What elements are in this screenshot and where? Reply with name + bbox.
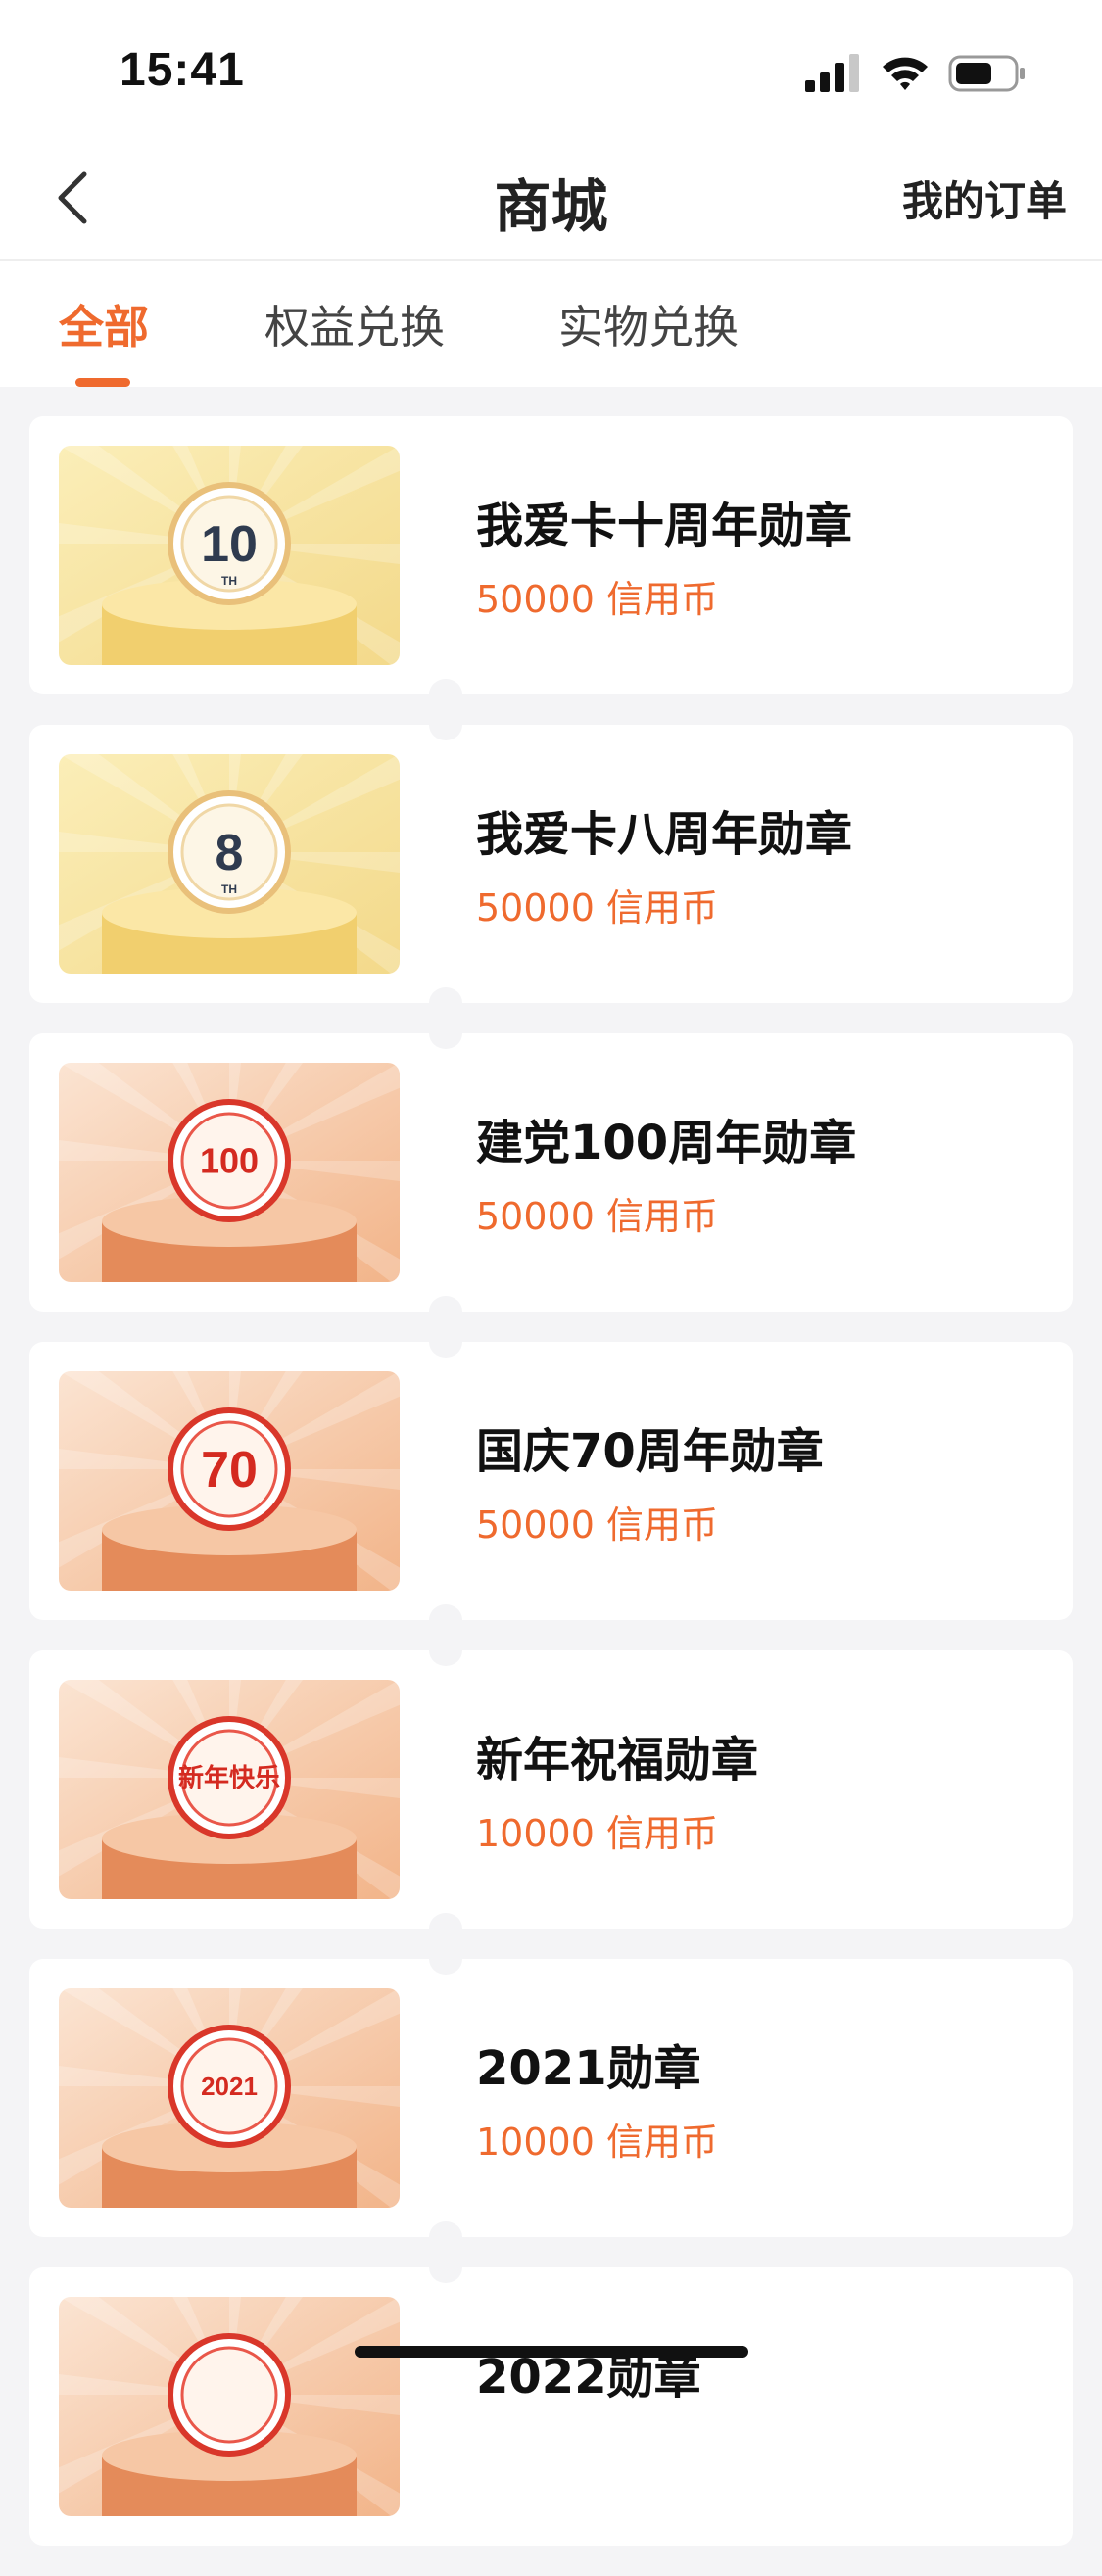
medal-image: 70 — [59, 1371, 400, 1591]
product-price: 10000 信用币 — [476, 2121, 718, 2164]
tab-all[interactable]: 全部 — [59, 292, 149, 357]
card-notch — [429, 1913, 462, 1944]
card-notch — [429, 709, 462, 740]
medal-image: 新年快乐 — [59, 1680, 400, 1899]
status-time: 15:41 — [120, 44, 245, 96]
svg-text:2021: 2021 — [201, 2072, 258, 2101]
svg-text:新年快乐: 新年快乐 — [178, 1763, 280, 1792]
product-card[interactable]: 70 国庆70周年勋章 50000 信用币 — [29, 1326, 1073, 1636]
card-notch — [429, 1018, 462, 1049]
svg-text:8: 8 — [216, 825, 244, 882]
product-price: 50000 信用币 — [476, 1503, 718, 1547]
card-notch — [429, 1635, 462, 1666]
wifi-icon — [883, 57, 928, 90]
home-indicator[interactable] — [355, 2346, 748, 2358]
product-card[interactable]: 2022勋章 — [29, 2252, 1073, 2546]
navigation-bar: 商城 我的订单 — [0, 137, 1102, 261]
card-notch — [429, 2221, 462, 2253]
svg-text:TH: TH — [221, 574, 237, 588]
product-name: 2021勋章 — [476, 2041, 701, 2096]
product-card[interactable]: 2021 2021勋章 10000 信用币 — [29, 1943, 1073, 2253]
top-area: 15:41 商城 我的订单 全部 权益兑换 实物兑换 — [0, 0, 1102, 387]
svg-text:100: 100 — [200, 1141, 259, 1181]
product-name: 建党100周年勋章 — [476, 1116, 857, 1170]
medal-image: 8 TH — [59, 754, 400, 974]
my-orders-link[interactable]: 我的订单 — [902, 168, 1067, 228]
active-tab-indicator — [75, 378, 130, 387]
product-list: 10 TH 我爱卡十周年勋章 50000 信用币 8 TH 我爱卡八周年勋章 500… — [29, 416, 1073, 2576]
card-notch — [429, 1326, 462, 1358]
product-name: 新年祝福勋章 — [476, 1733, 759, 1788]
medal-image — [59, 2297, 400, 2516]
svg-text:70: 70 — [201, 1442, 258, 1499]
product-price: 10000 信用币 — [476, 1812, 718, 1855]
tab-physical-exchange[interactable]: 实物兑换 — [558, 292, 739, 357]
card-notch — [429, 2252, 462, 2283]
product-price: 50000 信用币 — [476, 1195, 718, 1238]
product-name: 我爱卡十周年勋章 — [476, 499, 853, 553]
product-name: 我爱卡八周年勋章 — [476, 807, 853, 862]
tab-benefits-exchange[interactable]: 权益兑换 — [264, 292, 445, 357]
product-name: 国庆70周年勋章 — [476, 1424, 824, 1479]
status-bar: 15:41 — [0, 0, 1102, 137]
battery-icon — [948, 55, 1025, 92]
product-card[interactable]: 100 建党100周年勋章 50000 信用币 — [29, 1018, 1073, 1327]
card-notch — [429, 987, 462, 1019]
svg-text:10: 10 — [201, 516, 258, 573]
card-notch — [429, 1604, 462, 1636]
product-card[interactable]: 新年快乐 新年祝福勋章 10000 信用币 — [29, 1635, 1073, 1944]
product-price: 50000 信用币 — [476, 886, 718, 930]
category-tabs: 全部 权益兑换 实物兑换 — [0, 261, 1102, 388]
svg-text:TH: TH — [221, 883, 237, 896]
product-price: 50000 信用币 — [476, 578, 718, 621]
medal-image: 10 TH — [59, 446, 400, 665]
product-card[interactable]: 8 TH 我爱卡八周年勋章 50000 信用币 — [29, 709, 1073, 1019]
medal-image: 100 — [59, 1063, 400, 1282]
card-notch — [429, 679, 462, 710]
signal-icon — [805, 54, 859, 92]
card-notch — [429, 1296, 462, 1327]
card-notch — [429, 1943, 462, 1975]
product-card[interactable]: 10 TH 我爱卡十周年勋章 50000 信用币 — [29, 416, 1073, 710]
medal-image: 2021 — [59, 1988, 400, 2208]
